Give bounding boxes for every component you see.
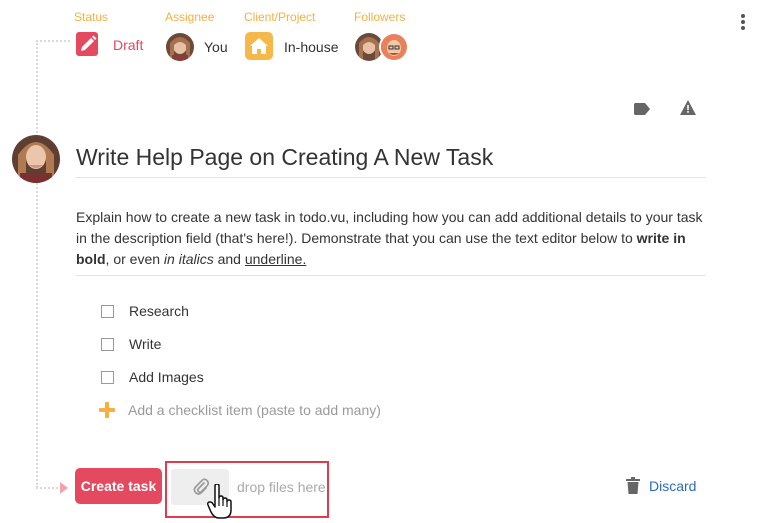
client-project-value[interactable]: In-house — [284, 39, 338, 55]
checklist-item-label[interactable]: Add Images — [129, 369, 204, 385]
client-project-label: Client/Project — [244, 10, 316, 24]
checklist-item[interactable]: Write — [101, 334, 161, 354]
description-text: Explain how to create a new task in todo… — [76, 209, 703, 246]
checklist-item[interactable]: Add Images — [101, 367, 204, 387]
warning-icon[interactable] — [680, 100, 696, 120]
checklist-checkbox[interactable] — [101, 304, 114, 318]
discard-button[interactable]: Discard — [626, 477, 696, 494]
description-divider — [76, 275, 706, 276]
assignee-label: Assignee — [165, 10, 215, 24]
timeline-connector-top — [36, 40, 70, 42]
creator-avatar — [12, 135, 60, 183]
file-drop-zone[interactable]: drop files here — [165, 461, 329, 518]
tag-icon[interactable] — [634, 102, 650, 120]
timeline-arrow-icon — [60, 482, 68, 494]
description-underline: underline. — [244, 251, 307, 267]
drop-files-text: drop files here — [237, 479, 326, 495]
assignee-avatar[interactable] — [166, 33, 194, 61]
description-italic: in italics — [163, 251, 214, 267]
add-checklist-input[interactable]: Add a checklist item (paste to add many) — [128, 402, 381, 418]
create-task-button[interactable]: Create task — [75, 468, 162, 504]
task-description[interactable]: Explain how to create a new task in todo… — [76, 207, 716, 270]
followers-label: Followers — [354, 10, 406, 24]
task-title[interactable]: Write Help Page on Creating A New Task — [76, 144, 493, 171]
plus-icon[interactable] — [99, 402, 115, 418]
hand-cursor-icon — [207, 483, 233, 523]
pencil-icon[interactable] — [76, 31, 100, 57]
checklist-item[interactable]: Research — [101, 301, 189, 321]
more-options-icon[interactable] — [740, 14, 746, 32]
timeline-connector-bottom — [36, 487, 62, 489]
add-checklist-item[interactable]: Add a checklist item (paste to add many) — [99, 402, 381, 418]
checklist-item-label[interactable]: Research — [129, 303, 189, 319]
description-text: and — [213, 251, 245, 267]
follower-avatar[interactable] — [379, 32, 409, 62]
home-icon[interactable] — [245, 32, 273, 60]
checklist-checkbox[interactable] — [101, 370, 114, 384]
checklist-checkbox[interactable] — [101, 337, 114, 351]
trash-icon — [626, 477, 640, 494]
checklist-item-label[interactable]: Write — [129, 336, 161, 352]
description-text: , or even — [105, 251, 164, 267]
status-value[interactable]: Draft — [113, 37, 143, 53]
assignee-value[interactable]: You — [204, 39, 228, 55]
title-divider — [76, 177, 706, 178]
discard-label[interactable]: Discard — [649, 478, 696, 494]
timeline-connector — [36, 40, 38, 488]
status-label: Status — [74, 10, 109, 24]
